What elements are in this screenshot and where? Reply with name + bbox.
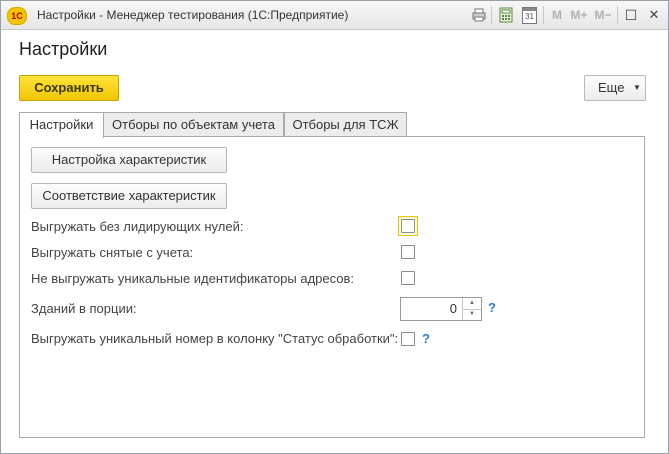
- restore-window-icon[interactable]: ☐: [623, 7, 639, 23]
- calendar-day: 31: [525, 12, 534, 21]
- no-leading-zeros-checkbox[interactable]: [401, 219, 415, 233]
- buildings-per-batch-value: 0: [449, 301, 457, 316]
- app-window: 1С Настройки - Менеджер тестирования (1С…: [0, 0, 669, 454]
- memory-m-button[interactable]: M: [550, 7, 564, 23]
- export-deregistered-label: Выгружать снятые с учета:: [31, 245, 194, 260]
- unique-number-label: Выгружать уникальный номер в колонку "Ст…: [31, 331, 399, 346]
- tab-accounting-filters[interactable]: Отборы по объектам учета: [103, 112, 284, 137]
- printer-icon[interactable]: [471, 7, 487, 23]
- unique-number-checkbox[interactable]: [401, 332, 415, 346]
- tab-settings[interactable]: Настройки: [19, 112, 104, 138]
- memory-minus-button[interactable]: M−: [593, 7, 613, 23]
- buildings-per-batch-label: Зданий в порции:: [31, 301, 137, 316]
- calendar-icon[interactable]: 31: [521, 7, 537, 24]
- skip-address-ids-checkbox[interactable]: [401, 271, 415, 285]
- page-title: Настройки: [19, 39, 108, 59]
- spin-down-icon[interactable]: ▼: [462, 309, 481, 320]
- title-bar: 1С Настройки - Менеджер тестирования (1С…: [1, 1, 668, 30]
- tab-panel: [19, 136, 645, 438]
- calculator-icon[interactable]: [498, 7, 514, 23]
- buildings-help-icon[interactable]: ?: [488, 300, 496, 315]
- characteristics-setup-button[interactable]: Настройка характеристик: [31, 147, 227, 173]
- tab-hoa-filters[interactable]: Отборы для ТСЖ: [284, 112, 407, 137]
- more-menu-label: Еще: [598, 80, 625, 95]
- characteristics-match-button[interactable]: Соответствие характеристик: [31, 183, 227, 209]
- buildings-per-batch-input[interactable]: 0 ▲ ▼: [400, 297, 482, 321]
- export-deregistered-checkbox[interactable]: [401, 245, 415, 259]
- more-menu-button[interactable]: Еще ▼: [584, 75, 646, 101]
- unique-number-help-icon[interactable]: ?: [422, 331, 430, 346]
- window-title: Настройки - Менеджер тестирования (1С:Пр…: [37, 8, 349, 22]
- save-button[interactable]: Сохранить: [19, 75, 119, 101]
- chevron-down-icon: ▼: [633, 83, 641, 92]
- no-leading-zeros-label: Выгружать без лидирующих нулей:: [31, 219, 244, 234]
- skip-address-ids-label: Не выгружать уникальные идентификаторы а…: [31, 271, 355, 286]
- close-window-icon[interactable]: ✕: [646, 7, 662, 23]
- memory-plus-button[interactable]: M+: [569, 7, 589, 23]
- app-logo-icon[interactable]: 1С: [7, 7, 27, 25]
